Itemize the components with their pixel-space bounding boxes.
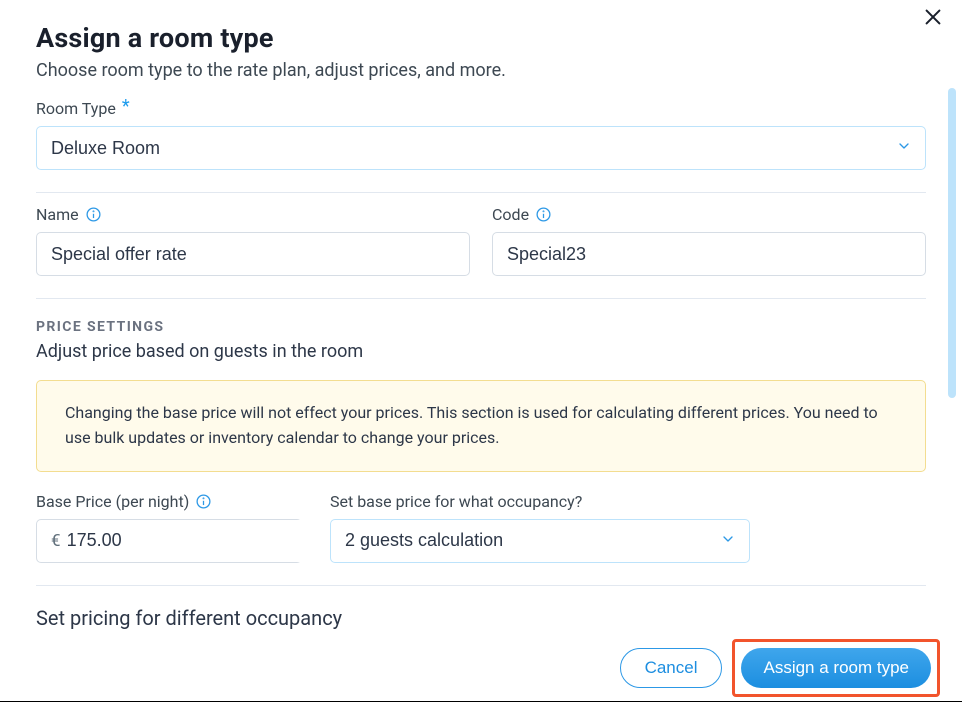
divider	[36, 298, 926, 299]
modal-title: Assign a room type	[36, 22, 926, 54]
close-button[interactable]	[922, 6, 944, 32]
modal-subtitle: Choose room type to the rate plan, adjus…	[36, 60, 926, 81]
code-field-label: Code	[492, 205, 529, 224]
occupancy-field: Set base price for what occupancy?	[330, 492, 750, 563]
modal-footer: Cancel Assign a room type	[0, 635, 962, 700]
price-notice: Changing the base price will not effect …	[36, 380, 926, 472]
room-type-label: Room Type	[36, 99, 116, 118]
name-input[interactable]	[36, 232, 470, 276]
occupancy-select[interactable]	[330, 519, 750, 563]
room-type-select[interactable]	[36, 126, 926, 170]
currency-symbol: €	[37, 531, 67, 551]
code-input[interactable]	[492, 232, 926, 276]
modal-content: Assign a room type Choose room type to t…	[0, 0, 962, 636]
base-price-input-group: €	[36, 519, 302, 563]
name-field-wrap: Name	[36, 205, 470, 276]
base-price-input[interactable]	[67, 520, 311, 562]
tutorial-highlight: Assign a room type	[732, 639, 940, 697]
name-field-label: Name	[36, 205, 79, 224]
price-settings-heading: PRICE SETTINGS	[36, 319, 926, 335]
room-type-label-row: Room Type *	[36, 99, 926, 118]
occupancy-select-label: Set base price for what occupancy?	[330, 492, 582, 511]
code-field-wrap: Code	[492, 205, 926, 276]
info-icon[interactable]	[85, 206, 102, 223]
assign-room-type-modal: Assign a room type Choose room type to t…	[0, 0, 962, 702]
base-price-field: Base Price (per night) €	[36, 492, 302, 563]
divider	[36, 585, 926, 586]
base-price-label: Base Price (per night)	[36, 492, 189, 511]
divider	[36, 192, 926, 193]
info-icon[interactable]	[195, 493, 212, 510]
room-type-select-wrap	[36, 126, 926, 170]
scrollbar-thumb[interactable]	[948, 88, 956, 398]
info-icon[interactable]	[535, 206, 552, 223]
cancel-button[interactable]: Cancel	[620, 648, 723, 688]
price-settings-subheading: Adjust price based on guests in the room	[36, 341, 926, 362]
close-icon	[922, 13, 944, 32]
required-asterisk: *	[122, 98, 130, 116]
assign-room-type-button[interactable]: Assign a room type	[741, 648, 931, 688]
pricing-diff-heading: Set pricing for different occupancy	[36, 606, 926, 630]
